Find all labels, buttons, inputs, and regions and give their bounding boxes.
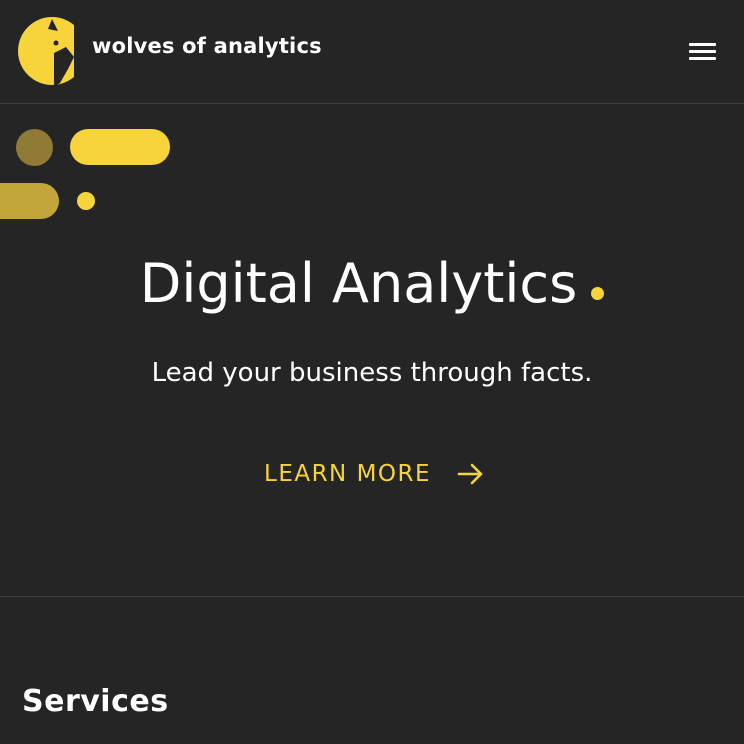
brand-name[interactable]: wolves of analytics <box>92 34 322 58</box>
learn-more-label: LEARN MORE <box>264 461 432 487</box>
accent-dot <box>591 287 605 300</box>
hamburger-line <box>689 43 716 46</box>
decorative-pill-top <box>70 129 170 165</box>
page: wolves of analytics Digital Analytics Le… <box>0 0 744 744</box>
hero-title-text: Digital Analytics <box>139 252 578 315</box>
hero-subtitle: Lead your business through facts. <box>151 358 593 388</box>
wolf-logo-icon <box>18 17 74 87</box>
hero-title: Digital Analytics <box>0 252 744 315</box>
services-title: Services <box>22 684 169 719</box>
decorative-pill-left <box>0 183 59 219</box>
decorative-dot-large <box>16 129 53 166</box>
menu-button[interactable] <box>683 38 723 68</box>
decorative-dot-small <box>77 192 95 210</box>
hamburger-line <box>689 50 716 53</box>
learn-more-link[interactable]: LEARN MORE <box>264 456 485 492</box>
arrow-right-icon <box>457 463 483 485</box>
hamburger-line <box>689 57 716 60</box>
section-divider <box>0 596 744 597</box>
site-header: wolves of analytics <box>0 0 744 104</box>
